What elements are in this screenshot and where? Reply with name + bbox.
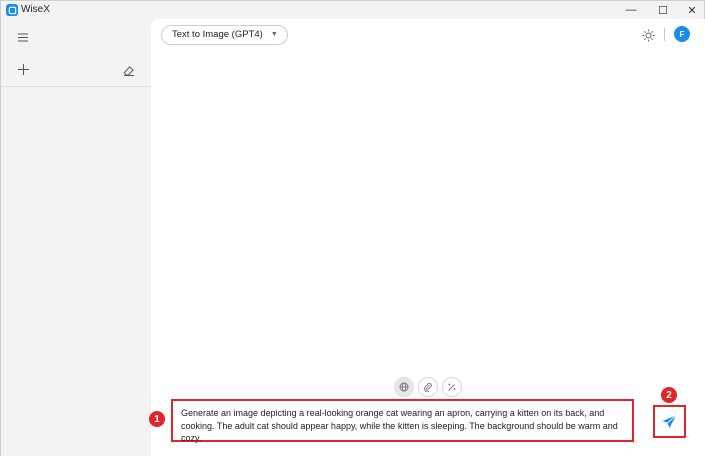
annotation-badge-2: 2 [661,387,677,403]
menu-icon [18,33,28,41]
app-window: WiseX — ☐ ✕ Text to Image (GPT4) ▼ F Gen… [0,0,705,456]
attach-button[interactable] [418,377,438,397]
plus-icon [17,63,29,75]
chevron-down-icon: ▼ [270,31,278,38]
maximize-button[interactable]: ☐ [648,1,678,19]
menu-button[interactable] [15,29,31,45]
prompt-input[interactable]: Generate an image depicting a real-looki… [171,399,634,443]
clear-history-button[interactable] [121,62,137,78]
send-icon [662,414,677,428]
model-dropdown[interactable]: Text to Image (GPT4) ▼ [161,25,288,45]
globe-icon [399,382,409,392]
magic-button[interactable] [442,377,462,397]
title-bar: WiseX — ☐ ✕ [1,1,705,19]
eraser-icon [123,65,134,76]
send-button[interactable] [653,405,686,438]
minimize-icon: — [625,4,637,16]
magic-icon [448,383,456,391]
model-dropdown-label: Text to Image (GPT4) [172,29,263,40]
close-button[interactable]: ✕ [677,1,705,19]
header-divider [664,28,665,41]
sun-icon [642,29,654,41]
app-title: WiseX [21,4,50,15]
paperclip-icon [423,382,432,392]
app-logo-icon [6,4,18,16]
new-chat-button[interactable] [15,61,31,77]
maximize-icon: ☐ [658,4,668,17]
avatar[interactable]: F [674,26,690,42]
sidebar-divider [1,86,151,87]
sidebar [1,19,151,456]
close-icon: ✕ [687,4,697,17]
web-search-button[interactable] [394,377,414,397]
main-panel: Text to Image (GPT4) ▼ F Generate an ima… [149,19,705,456]
minimize-button[interactable]: — [616,1,646,19]
theme-toggle-button[interactable] [640,27,656,43]
annotation-badge-1: 1 [149,411,165,427]
